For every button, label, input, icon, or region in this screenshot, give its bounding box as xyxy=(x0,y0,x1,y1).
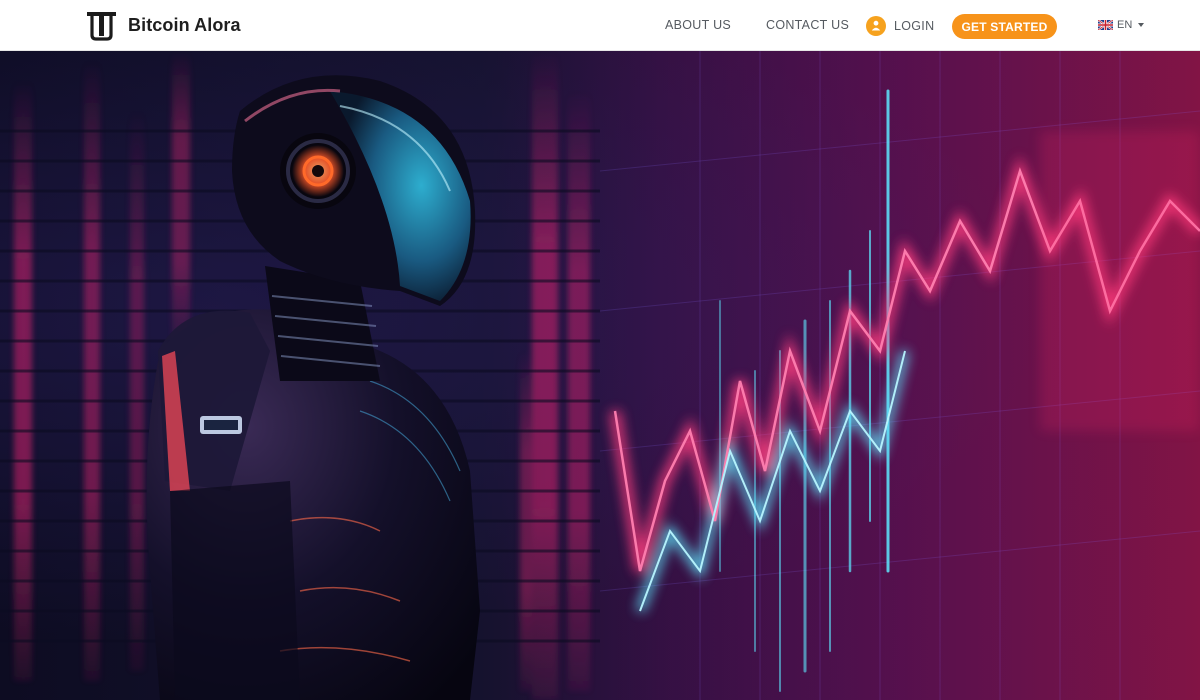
hero-banner xyxy=(0,51,1200,700)
get-started-button[interactable]: GET STARTED xyxy=(952,14,1057,39)
uk-flag-icon xyxy=(1098,20,1113,30)
user-icon xyxy=(866,15,886,36)
top-navbar: Bitcoin Alora ABOUT US CONTACT US LOGIN … xyxy=(0,0,1200,51)
chevron-down-icon xyxy=(1138,23,1145,27)
login-label: LOGIN xyxy=(894,18,935,33)
login-link[interactable]: LOGIN xyxy=(866,15,934,36)
language-label: EN xyxy=(1117,19,1133,31)
nav-about-us-link[interactable]: ABOUT US xyxy=(665,18,731,32)
nav-contact-us-link[interactable]: CONTACT US xyxy=(766,18,849,32)
brand-name: Bitcoin Alora xyxy=(128,15,241,35)
brand-home-link[interactable]: Bitcoin Alora xyxy=(85,10,241,41)
language-selector[interactable]: EN xyxy=(1098,18,1145,32)
hero-illustration xyxy=(0,51,1200,700)
brand-logo-icon xyxy=(87,12,116,41)
